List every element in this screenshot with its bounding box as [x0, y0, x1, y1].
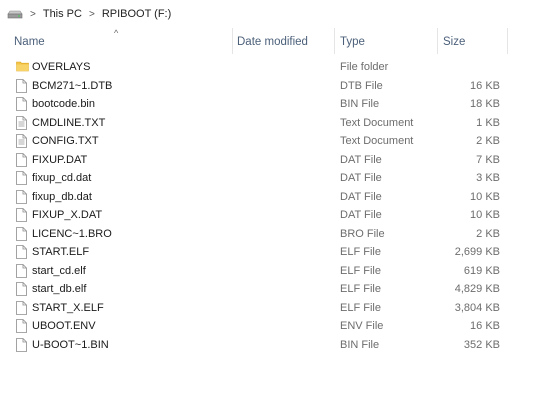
file-type: ELF File	[340, 283, 381, 295]
file-name[interactable]: FIXUP.DAT	[32, 154, 87, 166]
file-row[interactable]: bootcode.bin BIN File 18 KB	[0, 95, 540, 114]
file-icon	[16, 208, 28, 222]
chevron-right-icon[interactable]: >	[89, 9, 95, 20]
breadcrumb: > This PC > RPIBOOT (F:)	[0, 0, 540, 28]
file-type: DAT File	[340, 172, 382, 184]
column-divider[interactable]	[232, 28, 233, 54]
file-size: 352 KB	[463, 338, 500, 351]
file-icon	[16, 171, 28, 185]
file-icon	[16, 263, 28, 278]
file-row[interactable]: fixup_db.dat DAT File 10 KB	[0, 188, 540, 207]
file-icon	[16, 152, 28, 167]
file-row[interactable]: BCM271~1.DTB DTB File 16 KB	[0, 77, 540, 96]
file-row[interactable]: start_db.elf ELF File 4,829 KB	[0, 280, 540, 299]
file-row[interactable]: START.ELF ELF File 2,699 KB	[0, 243, 540, 262]
file-name[interactable]: CONFIG.TXT	[32, 135, 99, 147]
file-row[interactable]: FIXUP_X.DAT DAT File 10 KB	[0, 206, 540, 225]
file-type: ELF File	[340, 246, 381, 258]
file-name[interactable]: START_X.ELF	[32, 302, 104, 314]
column-date-modified[interactable]: Date modified	[237, 36, 308, 48]
folder-icon	[16, 60, 29, 74]
column-name[interactable]: Name	[14, 36, 45, 48]
file-name[interactable]: OVERLAYS	[32, 61, 91, 73]
file-type: ELF File	[340, 264, 381, 277]
file-icon	[16, 78, 28, 93]
text-file-icon	[16, 115, 28, 130]
file-size: 2 KB	[476, 227, 500, 240]
file-name[interactable]: start_db.elf	[32, 283, 86, 295]
file-type: ENV File	[340, 320, 384, 332]
file-icon	[16, 337, 28, 352]
file-type: File folder	[340, 61, 389, 73]
file-list: OVERLAYS File folder BCM271~1.DTB DTB File 1…	[0, 58, 540, 354]
file-name[interactable]: fixup_db.dat	[32, 191, 92, 203]
column-divider[interactable]	[437, 28, 438, 54]
file-name[interactable]: CMDLINE.TXT	[32, 117, 105, 129]
file-type: ELF File	[340, 301, 381, 314]
file-row[interactable]: FIXUP.DAT DAT File 7 KB	[0, 151, 540, 170]
file-size: 3 KB	[476, 172, 500, 184]
file-icon	[16, 245, 28, 259]
file-icon	[16, 97, 28, 111]
file-name[interactable]: start_cd.elf	[32, 265, 86, 277]
file-size: 3,804 KB	[454, 301, 500, 314]
file-name[interactable]: BCM271~1.DTB	[32, 80, 112, 92]
file-name[interactable]: fixup_cd.dat	[32, 172, 91, 184]
file-row[interactable]: OVERLAYS File folder	[0, 58, 540, 77]
file-row[interactable]: start_cd.elf ELF File 619 KB	[0, 262, 540, 281]
file-row[interactable]: CMDLINE.TXT Text Document 1 KB	[0, 114, 540, 133]
file-size: 2 KB	[476, 135, 500, 147]
file-type: Text Document	[340, 116, 414, 129]
file-type: DAT File	[340, 190, 382, 203]
sort-ascending-icon: ^	[114, 28, 119, 38]
file-name[interactable]: UBOOT.ENV	[32, 320, 96, 332]
file-size: 619 KB	[463, 264, 500, 277]
file-type: DAT File	[340, 153, 382, 166]
text-file-icon	[16, 134, 28, 148]
file-size: 16 KB	[470, 320, 500, 332]
file-size: 7 KB	[476, 153, 500, 166]
column-header: ^ Name Date modified Type Size	[0, 28, 540, 56]
file-name[interactable]: LICENC~1.BRO	[32, 228, 112, 240]
file-icon	[16, 300, 28, 315]
column-type[interactable]: Type	[340, 36, 365, 48]
file-type: DTB File	[340, 79, 383, 92]
file-type: DAT File	[340, 209, 382, 221]
breadcrumb-drive[interactable]: RPIBOOT (F:)	[101, 8, 172, 20]
file-icon	[16, 282, 28, 296]
file-row[interactable]: fixup_cd.dat DAT File 3 KB	[0, 169, 540, 188]
file-icon	[16, 319, 28, 333]
file-size: 2,699 KB	[454, 246, 500, 258]
file-size: 10 KB	[470, 190, 500, 203]
column-size[interactable]: Size	[443, 36, 465, 48]
file-type: Text Document	[340, 135, 414, 147]
column-divider[interactable]	[334, 28, 335, 54]
file-name[interactable]: FIXUP_X.DAT	[32, 209, 102, 221]
file-size: 16 KB	[470, 79, 500, 92]
file-type: BIN File	[340, 338, 380, 351]
file-name[interactable]: bootcode.bin	[32, 98, 95, 110]
file-icon	[16, 189, 28, 204]
file-size: 1 KB	[476, 116, 500, 129]
file-row[interactable]: UBOOT.ENV ENV File 16 KB	[0, 317, 540, 336]
file-type: BRO File	[340, 227, 385, 240]
file-size: 18 KB	[470, 98, 500, 110]
file-size: 10 KB	[470, 209, 500, 221]
drive-icon[interactable]	[6, 8, 24, 20]
column-divider[interactable]	[507, 28, 508, 54]
file-size: 4,829 KB	[454, 283, 500, 295]
file-row[interactable]: START_X.ELF ELF File 3,804 KB	[0, 299, 540, 318]
chevron-right-icon[interactable]: >	[30, 9, 36, 20]
file-name[interactable]: START.ELF	[32, 246, 89, 258]
file-row[interactable]: LICENC~1.BRO BRO File 2 KB	[0, 225, 540, 244]
file-icon	[16, 226, 28, 241]
file-row[interactable]: CONFIG.TXT Text Document 2 KB	[0, 132, 540, 151]
file-row[interactable]: U-BOOT~1.BIN BIN File 352 KB	[0, 336, 540, 355]
breadcrumb-this-pc[interactable]: This PC	[42, 8, 83, 20]
file-name[interactable]: U-BOOT~1.BIN	[32, 339, 109, 351]
file-type: BIN File	[340, 98, 380, 110]
